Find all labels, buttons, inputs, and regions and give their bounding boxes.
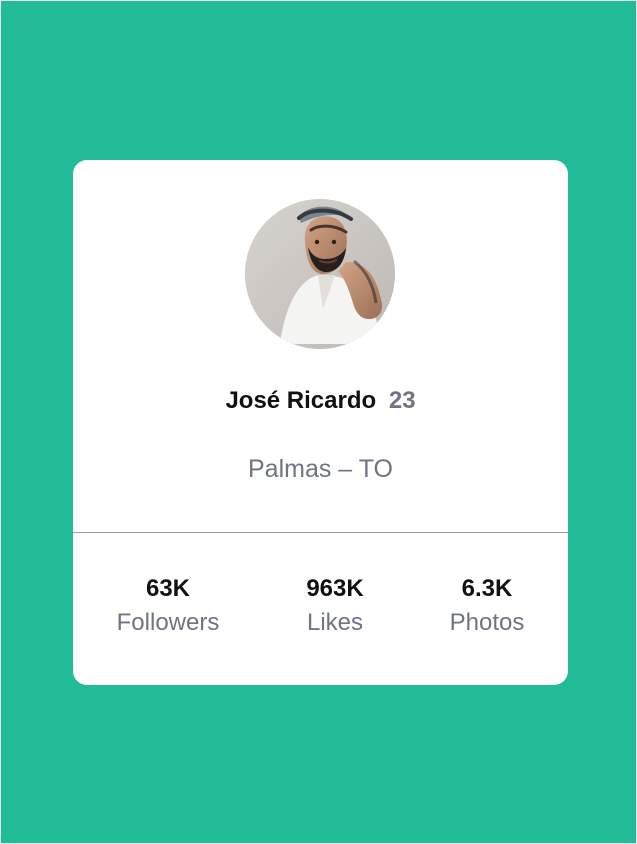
likes-label: Likes [306,609,364,636]
photos-count: 6.3K [461,575,513,602]
stat-likes: 963K Likes [255,573,415,637]
likes-count: 963K [306,575,364,602]
profile-heading: José Ricardo 23 [73,385,568,417]
profile-avatar [245,199,395,349]
stat-photos: 6.3K Photos [407,573,567,637]
profile-age: 23 [388,387,416,414]
profile-card: José Ricardo 23 Palmas – TO 63K Follower… [73,160,568,685]
stat-followers: 63K Followers [88,573,248,637]
followers-count: 63K [145,575,191,602]
followers-label: Followers [116,609,220,636]
profile-stats: 63K Followers 963K Likes 6.3K Photos [73,573,568,653]
profile-name: José Ricardo [225,387,377,414]
card-divider [73,532,568,533]
profile-location: Palmas – TO [248,455,393,483]
photos-label: Photos [449,609,525,636]
